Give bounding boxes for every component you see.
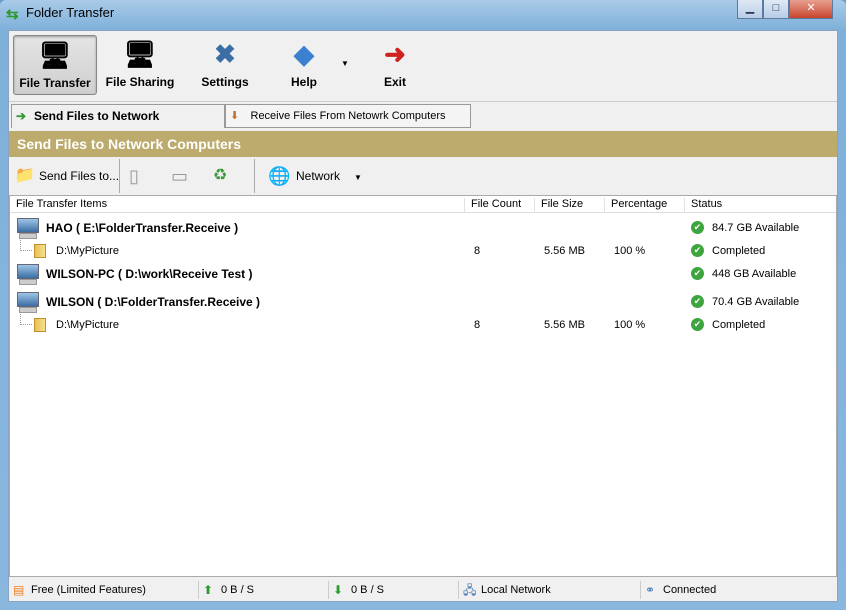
tab-label: Receive Files From Netowrk Computers bbox=[250, 110, 446, 122]
column-header-items[interactable]: File Transfer Items bbox=[10, 198, 107, 213]
toolbar-label: File Sharing bbox=[105, 75, 175, 89]
network-text: Local Network bbox=[481, 584, 551, 596]
status-upload: ⬆ 0 B / S bbox=[199, 581, 329, 599]
folder-icon bbox=[34, 318, 46, 332]
license-icon: ▤ bbox=[13, 583, 25, 597]
status-download: ⬇ 0 B / S bbox=[329, 581, 459, 599]
status-bar: ▤ Free (Limited Features) ⬆ 0 B / S ⬇ 0 B /… bbox=[9, 579, 837, 601]
close-button[interactable]: ✕ bbox=[789, 0, 833, 19]
folder-path: D:\MyPicture bbox=[56, 245, 119, 257]
percentage: 100 % bbox=[614, 319, 646, 331]
send-files-button[interactable]: 📁 Send Files to... bbox=[13, 162, 119, 190]
download-speed: 0 B / S bbox=[351, 584, 385, 596]
toolbar-label: File Transfer bbox=[19, 76, 91, 90]
folder-add-icon: 📁 bbox=[15, 167, 35, 184]
separator bbox=[119, 159, 120, 193]
status-connection: ⚭ Connected bbox=[641, 581, 837, 599]
app-logo-icon: ⇆ bbox=[6, 6, 19, 23]
local-network-icon: 🖧 bbox=[463, 583, 477, 597]
tree-line bbox=[20, 314, 32, 325]
network-label: Network bbox=[296, 169, 341, 183]
file-size: 5.56 MB bbox=[544, 245, 585, 257]
globe-icon: 🌐 bbox=[268, 166, 291, 186]
maximize-button[interactable]: □ bbox=[763, 0, 789, 19]
status-network: 🖧 Local Network bbox=[459, 581, 641, 599]
status-text: 70.4 GB Available bbox=[712, 296, 800, 308]
folder-row[interactable]: D:\MyPicture 8 5.56 MB 100 % ✔ Completed bbox=[10, 314, 836, 336]
computer-row[interactable]: WILSON ( D:\FolderTransfer.Receive ) ✔ 70.… bbox=[10, 291, 836, 313]
toolbar-exit[interactable]: ➜ Exit bbox=[356, 35, 434, 95]
upload-speed: 0 B / S bbox=[221, 584, 255, 596]
receive-tab-icon: ⬇ bbox=[230, 110, 240, 122]
status-text: Completed bbox=[712, 245, 766, 257]
remove-file-button[interactable]: ▯ bbox=[129, 162, 153, 190]
exit-door-icon: ➜ bbox=[384, 39, 406, 69]
toolbar-file-sharing[interactable]: 🖥 File Sharing bbox=[101, 35, 179, 95]
toolbar-file-transfer[interactable]: 🖥 File Transfer bbox=[13, 35, 97, 95]
folder-row[interactable]: D:\MyPicture 8 5.56 MB 100 % ✔ Completed bbox=[10, 240, 836, 262]
connection-text: Connected bbox=[663, 584, 717, 596]
toolbar-label: Help bbox=[290, 75, 317, 89]
toolbar-label: Settings bbox=[201, 75, 249, 89]
status-license: ▤ Free (Limited Features) bbox=[9, 581, 199, 599]
tab-receive-files[interactable]: ⬇ Receive Files From Netowrk Computers bbox=[225, 104, 471, 128]
send-files-label: Send Files to... bbox=[39, 169, 120, 183]
computer-name: WILSON ( D:\FolderTransfer.Receive ) bbox=[46, 295, 261, 309]
file-sharing-icon: 🖥 bbox=[123, 39, 157, 69]
tree-line bbox=[20, 240, 32, 251]
toolbar-settings[interactable]: ✖ Settings bbox=[186, 35, 264, 95]
file-count: 8 bbox=[474, 319, 481, 331]
check-icon: ✔ bbox=[691, 295, 704, 308]
separator bbox=[254, 159, 255, 193]
license-text: Free (Limited Features) bbox=[31, 584, 146, 596]
transfer-list[interactable]: File Transfer Items File Count File Size… bbox=[9, 195, 837, 577]
computer-name: HAO ( E:\FolderTransfer.Receive ) bbox=[46, 221, 239, 235]
column-header-size[interactable]: File Size bbox=[534, 198, 583, 213]
folder-path: D:\MyPicture bbox=[56, 319, 119, 331]
network-dropdown[interactable]: 🌐 Network ▼ bbox=[268, 162, 362, 190]
send-tab-icon: ➔ bbox=[16, 109, 27, 123]
check-icon: ✔ bbox=[691, 244, 704, 257]
check-icon: ✔ bbox=[691, 267, 704, 280]
file-transfer-icon: 🖥 bbox=[38, 40, 72, 70]
status-text: Completed bbox=[712, 319, 766, 331]
list-header: File Transfer Items File Count File Size… bbox=[10, 196, 836, 213]
help-dropdown-arrow[interactable]: ▼ bbox=[341, 59, 349, 68]
computer-row[interactable]: HAO ( E:\FolderTransfer.Receive ) ✔ 84.7 G… bbox=[10, 217, 836, 239]
upload-arrow-icon: ⬆ bbox=[203, 583, 214, 597]
check-icon: ✔ bbox=[691, 318, 704, 331]
column-header-status[interactable]: Status bbox=[684, 198, 836, 213]
status-text: 448 GB Available bbox=[712, 268, 797, 280]
column-header-count[interactable]: File Count bbox=[464, 198, 521, 213]
column-header-percentage[interactable]: Percentage bbox=[604, 198, 667, 213]
computer-icon bbox=[16, 218, 39, 239]
download-arrow-icon: ⬇ bbox=[333, 583, 344, 597]
chevron-down-icon: ▼ bbox=[354, 173, 362, 182]
window-title: Folder Transfer bbox=[26, 5, 115, 20]
status-text: 84.7 GB Available bbox=[712, 222, 800, 234]
tab-send-files[interactable]: ➔Send Files to Network Computers bbox=[11, 104, 225, 145]
computer-icon bbox=[16, 292, 39, 313]
toolbar-help[interactable]: ◆ Help bbox=[265, 35, 343, 95]
help-icon: ◆ bbox=[294, 39, 314, 69]
computer-name: WILSON-PC ( D:\work\Receive Test ) bbox=[46, 267, 253, 281]
toolbar-label: Exit bbox=[383, 75, 406, 89]
settings-tools-icon: ✖ bbox=[214, 39, 236, 69]
connection-link-icon: ⚭ bbox=[645, 583, 656, 597]
recycle-refresh-button[interactable]: ♻ bbox=[213, 162, 237, 190]
check-icon: ✔ bbox=[691, 221, 704, 234]
computer-icon bbox=[16, 264, 39, 285]
tab-bar: ➔Send Files to Network Computers ⬇ Receiv… bbox=[9, 101, 837, 145]
percentage: 100 % bbox=[614, 245, 646, 257]
file-size: 5.56 MB bbox=[544, 319, 585, 331]
folder-icon bbox=[34, 244, 46, 258]
action-toolbar: 📁 Send Files to... ▯ ▭ ♻ 🌐 Network ▼ bbox=[9, 159, 837, 193]
app-window: ⇆ Folder Transfer ▁ □ ✕ 🖥 File Transfer 🖥… bbox=[0, 0, 846, 610]
computer-row[interactable]: WILSON-PC ( D:\work\Receive Test ) ✔ 448 G… bbox=[10, 263, 836, 285]
client-area: 🖥 File Transfer 🖥 File Sharing ✖ Settings ◆… bbox=[8, 30, 838, 602]
remove-folder-button[interactable]: ▭ bbox=[171, 162, 195, 190]
minimize-button[interactable]: ▁ bbox=[737, 0, 763, 19]
file-count: 8 bbox=[474, 245, 481, 257]
section-banner: Send Files to Network Computers bbox=[9, 131, 837, 157]
